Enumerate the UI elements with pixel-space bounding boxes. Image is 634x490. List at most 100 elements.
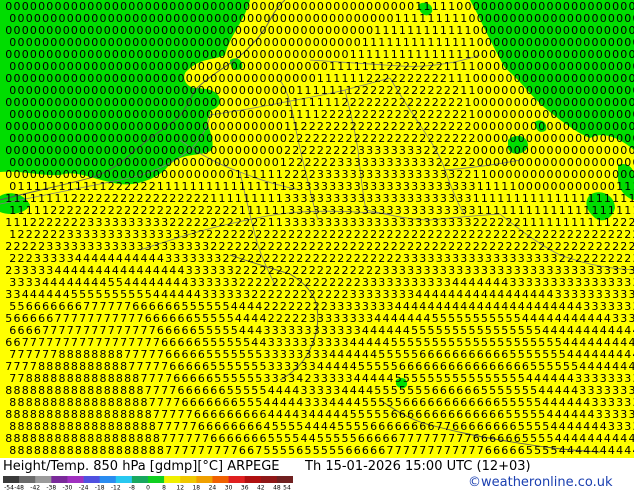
temp-digit: 8 bbox=[50, 444, 57, 457]
temp-digit: 4 bbox=[608, 444, 615, 457]
temp-digit: 6 bbox=[518, 444, 525, 457]
temp-digit: 6 bbox=[510, 444, 517, 457]
temp-digit: 7 bbox=[403, 444, 410, 457]
temp-digit: 7 bbox=[428, 444, 435, 457]
legend-label: 54 bbox=[283, 485, 291, 490]
temperature-labels: 0000000000000000000000000000000000000000… bbox=[5, 0, 634, 457]
legend-swatch bbox=[99, 476, 117, 483]
temp-digit: 8 bbox=[157, 444, 164, 457]
temp-digit: 4 bbox=[567, 444, 574, 457]
legend-swatches bbox=[3, 476, 293, 483]
temp-digit: 4 bbox=[600, 444, 607, 457]
temperature-map: 0000000000000000000000000000000000000000… bbox=[0, 0, 634, 458]
temp-digit: 6 bbox=[296, 444, 303, 457]
temp-digit: 6 bbox=[378, 444, 385, 457]
legend-swatch bbox=[276, 476, 293, 483]
legend-label: 30 bbox=[225, 485, 233, 490]
legend-label: -48 bbox=[14, 485, 24, 490]
temp-digit: 7 bbox=[223, 444, 230, 457]
temp-digit: 7 bbox=[206, 444, 213, 457]
temp-digit: 6 bbox=[354, 444, 361, 457]
temp-digit: 8 bbox=[116, 444, 123, 457]
temp-digit: 4 bbox=[575, 444, 582, 457]
legend-label: -42 bbox=[30, 485, 40, 490]
legend-swatch bbox=[228, 476, 245, 483]
temp-digit: 7 bbox=[214, 444, 221, 457]
temp-digit: 8 bbox=[26, 444, 33, 457]
temp-digit: 8 bbox=[42, 444, 49, 457]
legend-swatch bbox=[212, 476, 229, 483]
temp-digit: 7 bbox=[395, 444, 402, 457]
temp-digit: 7 bbox=[231, 444, 238, 457]
legend-label: -24 bbox=[79, 485, 89, 490]
temp-digit: 8 bbox=[75, 444, 82, 457]
map-canvas: 0000000000000000000000000000000000000000… bbox=[0, 0, 634, 458]
temp-digit: 5 bbox=[542, 444, 549, 457]
temp-digit: 5 bbox=[264, 444, 271, 457]
legend-label: -8 bbox=[129, 485, 135, 490]
temp-digit: 8 bbox=[141, 444, 148, 457]
temp-digit: 8 bbox=[124, 444, 131, 457]
temp-digit: 4 bbox=[559, 444, 566, 457]
temp-digit: 4 bbox=[592, 444, 599, 457]
temp-digit: 4 bbox=[583, 444, 590, 457]
legend-swatch bbox=[148, 476, 165, 483]
temp-digit: 8 bbox=[149, 444, 156, 457]
legend-swatch bbox=[131, 476, 149, 483]
temp-digit: 5 bbox=[313, 444, 320, 457]
legend-label: 0 bbox=[146, 485, 150, 490]
temp-digit: 7 bbox=[182, 444, 189, 457]
temp-digit: 7 bbox=[198, 444, 205, 457]
temp-digit: 7 bbox=[255, 444, 262, 457]
temp-digit: 6 bbox=[493, 444, 500, 457]
temp-digit: 4 bbox=[616, 444, 623, 457]
temp-digit: 6 bbox=[370, 444, 377, 457]
legend-labels: -54 -48 -42 -38 -30 -24 -18 -12 -8 0 8 12 18 24 30 36 42… bbox=[4, 485, 291, 490]
temp-digit: 7 bbox=[190, 444, 197, 457]
temp-digit: 7 bbox=[444, 444, 451, 457]
temp-digit: 7 bbox=[165, 444, 172, 457]
color-legend: -54 -48 -42 -38 -30 -24 -18 -12 -8 0 8 12 18 24 30 36 42… bbox=[3, 476, 293, 490]
legend-label: -54 bbox=[4, 485, 14, 490]
legend-swatch bbox=[164, 476, 181, 483]
temp-digit: 8 bbox=[59, 444, 66, 457]
legend-swatch bbox=[3, 476, 20, 483]
temp-digit: 5 bbox=[280, 444, 287, 457]
temp-digit: 6 bbox=[247, 444, 254, 457]
temp-digit: 8 bbox=[34, 444, 41, 457]
temp-digit: 7 bbox=[419, 444, 426, 457]
temp-digit: 7 bbox=[452, 444, 459, 457]
legend-swatch bbox=[35, 476, 52, 483]
temp-digit: 7 bbox=[477, 444, 484, 457]
temp-digit: 6 bbox=[485, 444, 492, 457]
temp-digit: 8 bbox=[9, 444, 16, 457]
legend-swatch bbox=[180, 476, 197, 483]
temp-digit: 5 bbox=[337, 444, 344, 457]
temp-digit: 4 bbox=[624, 444, 631, 457]
legend-label: 42 bbox=[257, 485, 265, 490]
temp-digit: 5 bbox=[288, 444, 295, 457]
temp-digit: 8 bbox=[67, 444, 74, 457]
temp-digit: 5 bbox=[551, 444, 558, 457]
temp-digit: 8 bbox=[83, 444, 90, 457]
legend-label: 18 bbox=[192, 485, 200, 490]
temp-digit: 7 bbox=[460, 444, 467, 457]
legend-swatch bbox=[196, 476, 213, 483]
legend-label: -38 bbox=[46, 485, 56, 490]
temp-digit: 7 bbox=[469, 444, 476, 457]
legend-swatch bbox=[51, 476, 68, 483]
legend-swatch bbox=[19, 476, 36, 483]
legend-swatch bbox=[244, 476, 262, 483]
legend-label: -18 bbox=[95, 485, 105, 490]
temp-digit: 5 bbox=[321, 444, 328, 457]
temp-digit: 7 bbox=[411, 444, 418, 457]
temp-digit: 8 bbox=[91, 444, 98, 457]
legend-label: 8 bbox=[162, 485, 166, 490]
legend-label: 36 bbox=[241, 485, 249, 490]
legend-label: 12 bbox=[176, 485, 184, 490]
legend-label: 24 bbox=[209, 485, 217, 490]
legend-swatch bbox=[67, 476, 84, 483]
temp-digit: 5 bbox=[526, 444, 533, 457]
temp-digit: 5 bbox=[305, 444, 312, 457]
legend-label: -12 bbox=[111, 485, 121, 490]
